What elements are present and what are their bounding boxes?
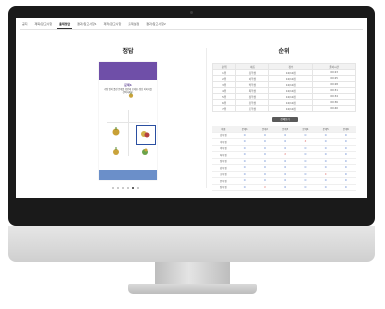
choice-3-image[interactable] [111, 146, 121, 156]
screen: 공지 제목/참고사항 출제정답 결과/참고사항1 제작/참고사항 출제설정 결과… [16, 18, 367, 198]
result-table: 이름 문제1 문제2 문제3 문제4 문제5 문제6 김학생 O O O O O O 이학생 O O O X O O 박… [212, 126, 356, 191]
tab-title[interactable]: 제목/참고사항 [33, 21, 55, 29]
choice-2-image[interactable] [140, 129, 150, 139]
quiz-preview: 문제1 가장 많이 틀린 문제를 확인해 보세요. 정답 이미지를 선택하세요. [99, 62, 157, 180]
tab-notice[interactable]: 공지 [20, 21, 30, 29]
result-mark: O [295, 184, 316, 191]
result-mark: O [275, 184, 296, 191]
page-dot[interactable] [127, 187, 129, 189]
preview-footer [99, 170, 157, 180]
table-cell: 10/10점 [268, 105, 314, 112]
table-cell: 7위 [211, 105, 237, 112]
result-mark: X [254, 184, 276, 191]
page-dot[interactable] [137, 187, 139, 189]
answer-title: 정답 [122, 48, 134, 55]
tab-settings[interactable]: 출제설정 [126, 21, 141, 29]
divider [206, 48, 207, 188]
table-row: 장학생 O X O O O O [212, 184, 356, 191]
tab-bar: 공지 제목/참고사항 출제정답 결과/참고사항1 제작/참고사항 출제설정 결과… [20, 21, 168, 29]
table-row: 7위 조학생 10/10점 00:40 [211, 105, 356, 112]
monitor-bezel: 공지 제목/참고사항 출제정답 결과/참고사항1 제작/참고사항 출제설정 결과… [8, 6, 375, 226]
monitor-stand [155, 262, 230, 286]
page-dot-active[interactable] [132, 187, 134, 189]
pagination [112, 187, 139, 189]
table-cell: 00:40 [312, 105, 356, 112]
rank-table: 순위 이름 점수 풀이시간 1위 김학생 10/10점 00:23 2위 이학생 10/10점 00… [211, 63, 356, 112]
page-dot[interactable] [112, 187, 114, 189]
camera-icon [190, 11, 193, 14]
result-mark: O [234, 184, 255, 191]
student-name: 장학생 [212, 184, 235, 191]
divider [20, 29, 363, 30]
monitor: 공지 제목/참고사항 출제정답 결과/참고사항1 제작/참고사항 출제설정 결과… [8, 6, 375, 262]
monitor-base [128, 284, 257, 294]
preview-header [99, 62, 157, 80]
result-mark: O [315, 184, 336, 191]
choice-4-image[interactable] [140, 146, 150, 156]
tab-make[interactable]: 제작/참고사항 [102, 21, 124, 29]
page-dot[interactable] [117, 187, 119, 189]
tab-result2[interactable]: 결과/참고사항2 [144, 21, 167, 29]
page-dot[interactable] [122, 187, 124, 189]
choice-1-image[interactable] [111, 126, 121, 136]
monitor-chin [8, 226, 375, 262]
table-cell: 조학생 [235, 105, 270, 112]
fruit-image [128, 92, 134, 98]
view-all-button[interactable]: 전체보기 [272, 117, 298, 122]
tab-answer[interactable]: 출제정답 [57, 21, 73, 29]
rank-title: 순위 [278, 48, 290, 55]
tab-result1[interactable]: 결과/참고사항1 [75, 21, 98, 29]
question-title: 문제1 [124, 83, 132, 87]
result-mark: O [335, 184, 356, 191]
